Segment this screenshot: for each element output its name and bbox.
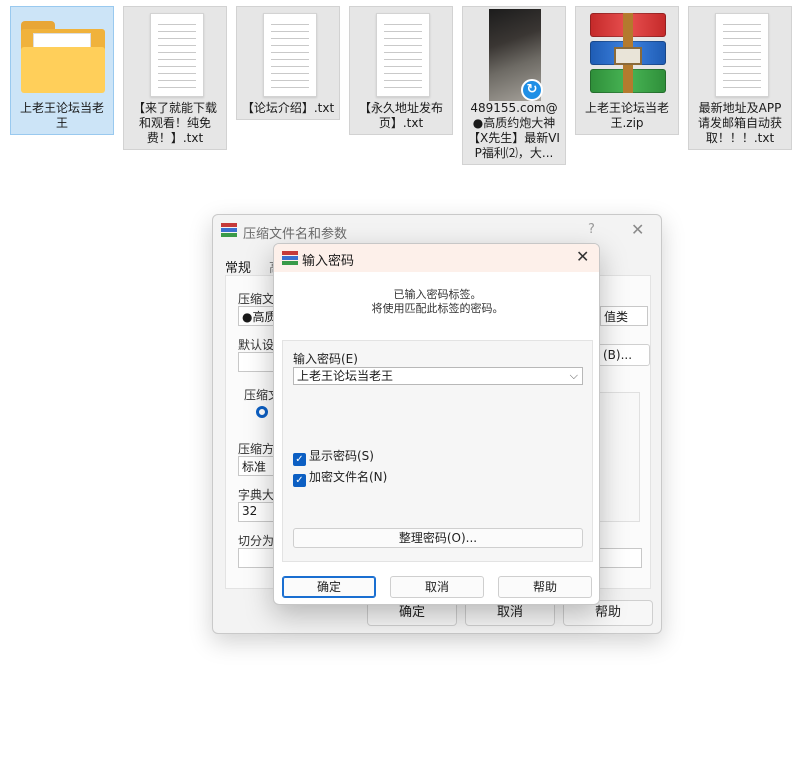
file-name: 上老王论坛当老王 — [19, 101, 104, 130]
archive-file-item[interactable]: 上老王论坛当老王.zip — [575, 6, 679, 135]
password-group: 输入密码(E) 上老王论坛当老王 ⌵ ✓ 显示密码(S) ✓ 加密文件名(N) 整理… — [282, 340, 593, 562]
file-name: 最新地址及APP请发邮箱自动获取！！！.txt — [697, 101, 782, 145]
ok-button[interactable]: 确定 — [282, 576, 376, 598]
method-label: 压缩方 — [238, 442, 275, 456]
file-name: 上老王论坛当老王.zip — [584, 101, 669, 130]
text-file-item[interactable]: 最新地址及APP请发邮箱自动获取！！！.txt — [688, 6, 792, 150]
password-combobox[interactable]: 上老王论坛当老王 ⌵ — [293, 367, 583, 385]
encrypt-filenames-label: 加密文件名(N) — [309, 470, 388, 484]
file-name: 【来了就能下载和观看！纯免费！】.txt — [132, 101, 217, 145]
password-value: 上老王论坛当老王 — [297, 369, 394, 383]
text-document-icon — [237, 7, 341, 101]
chevron-down-icon[interactable]: ⌵ — [570, 368, 578, 384]
dialog-title: 输入密码 — [302, 254, 355, 269]
file-name: 【永久地址发布页】.txt — [358, 101, 443, 130]
text-document-icon — [124, 7, 228, 101]
text-file-item[interactable]: 【永久地址发布页】.txt — [349, 6, 453, 135]
text-file-item[interactable]: 【来了就能下载和观看！纯免费！】.txt — [123, 6, 227, 150]
tab-general[interactable]: 常规 — [225, 257, 251, 276]
folder-item[interactable]: 上老王论坛当老王 — [10, 6, 114, 135]
update-mode-select[interactable]: 值类 — [600, 306, 648, 326]
text-document-icon — [350, 7, 454, 101]
text-document-icon — [689, 7, 793, 101]
image-file-item[interactable]: ↻ 489155.com@●高质约炮大神【X先生】最新VIP福利⑵，大... — [462, 6, 566, 165]
dialog-titlebar: 输入密码 ✕ — [274, 244, 599, 272]
file-name: 【论坛介绍】.txt — [241, 101, 335, 115]
encrypt-filenames-checkbox[interactable]: ✓ 加密文件名(N) — [293, 468, 387, 487]
checkmark-icon: ✓ — [293, 453, 306, 466]
dialog-title: 压缩文件名和参数 — [243, 227, 348, 242]
winrar-app-icon — [282, 251, 298, 265]
close-icon[interactable]: ✕ — [631, 220, 644, 239]
browse-button[interactable]: (B)... — [596, 344, 650, 366]
show-password-label: 显示密码(S) — [309, 449, 374, 463]
close-icon[interactable]: ✕ — [576, 247, 589, 266]
format-radio[interactable] — [256, 406, 268, 418]
sync-badge-icon: ↻ — [521, 79, 543, 101]
winrar-app-icon — [221, 223, 237, 237]
folder-icon — [11, 7, 115, 101]
help-button[interactable]: 帮助 — [498, 576, 592, 598]
enter-password-dialog: 输入密码 ✕ 已输入密码标签。 将使用匹配此标签的密码。 输入密码(E) 上老王… — [273, 243, 600, 605]
show-password-checkbox[interactable]: ✓ 显示密码(S) — [293, 447, 374, 466]
image-thumbnail-icon: ↻ — [463, 7, 567, 101]
info-text-line2: 将使用匹配此标签的密码。 — [371, 302, 504, 315]
password-label: 输入密码(E) — [293, 352, 358, 366]
winrar-archive-icon — [576, 7, 680, 101]
text-file-item[interactable]: 【论坛介绍】.txt — [236, 6, 340, 120]
help-icon[interactable]: ? — [588, 222, 595, 237]
organize-passwords-button[interactable]: 整理密码(O)... — [293, 528, 583, 548]
cancel-button[interactable]: 取消 — [390, 576, 484, 598]
checkmark-icon: ✓ — [293, 474, 306, 487]
file-name: 489155.com@●高质约炮大神【X先生】最新VIP福利⑵，大... — [468, 101, 560, 160]
